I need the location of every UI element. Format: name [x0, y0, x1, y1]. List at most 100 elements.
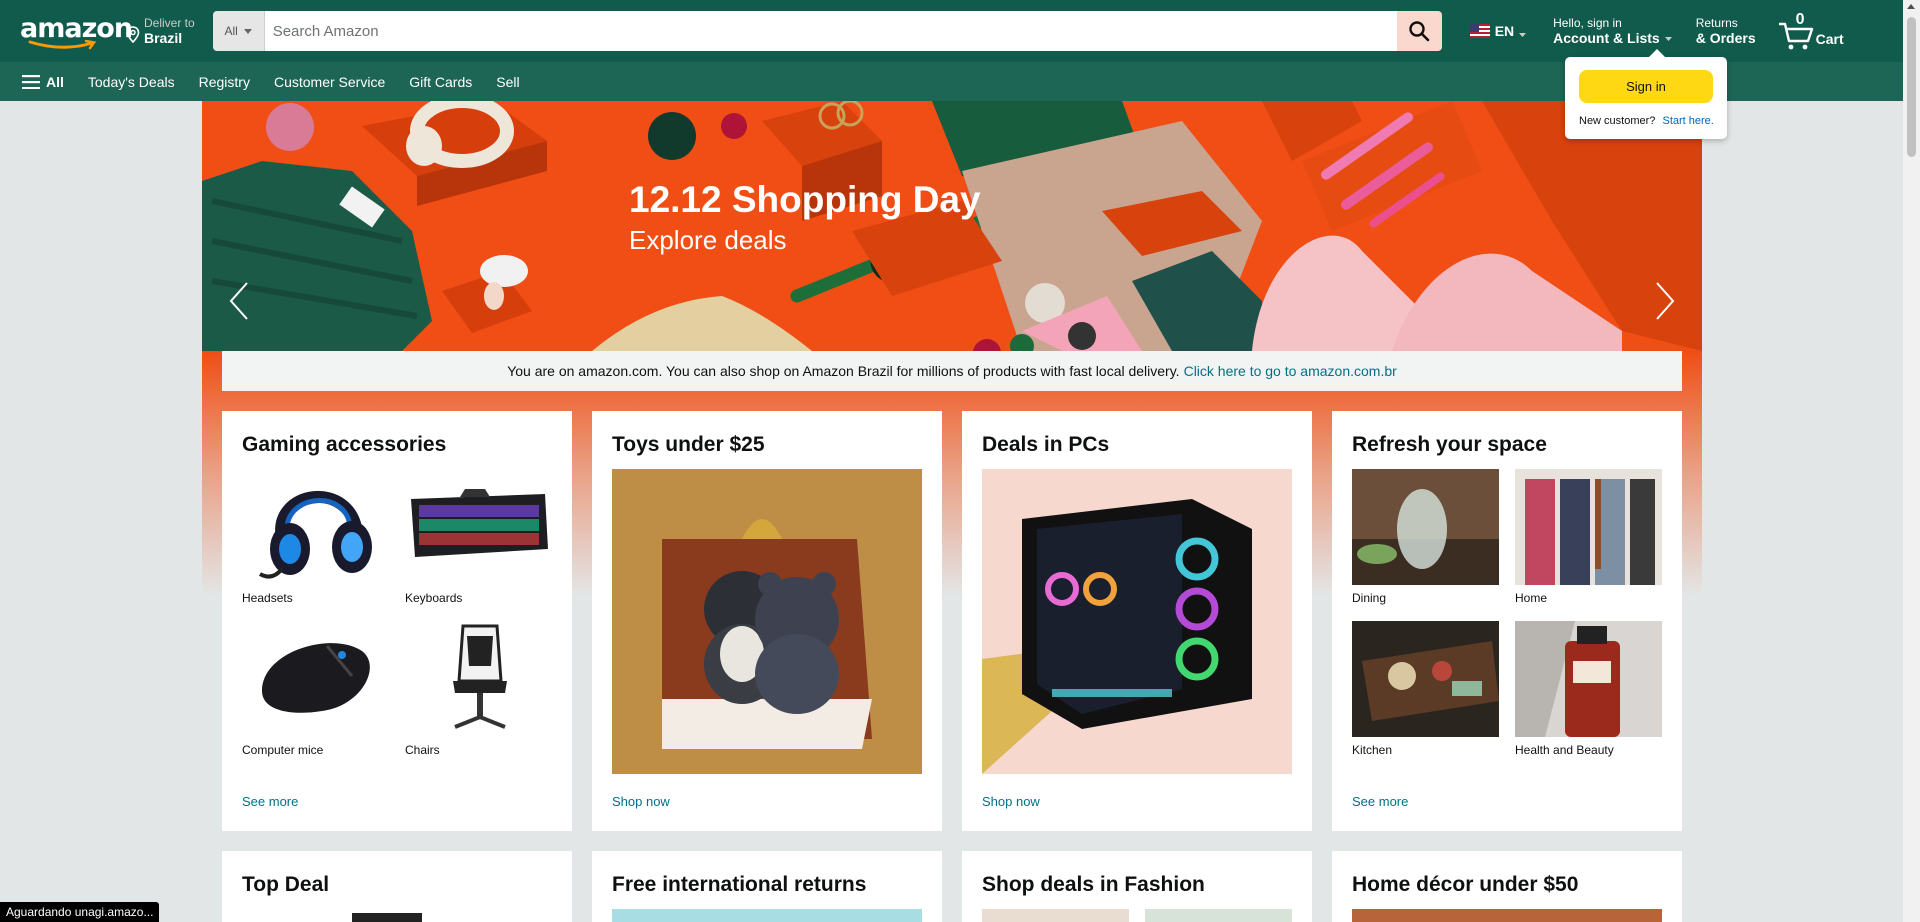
carousel-next-button[interactable]	[1650, 271, 1680, 331]
card-free-international-returns: Free international returns	[592, 851, 942, 922]
card-title: Deals in PCs	[982, 433, 1110, 456]
card-deals-in-pcs: Deals in PCs Shop now	[962, 411, 1312, 831]
quad-grid: Headsets Keyboards Computer mice Chairs	[242, 469, 552, 759]
quad-caption: Chairs	[405, 743, 440, 757]
location-pin-icon	[126, 25, 140, 43]
card-title: Top Deal	[242, 873, 330, 896]
home-towels-image	[1515, 469, 1662, 585]
hero-title: 12.12 Shopping Day	[629, 179, 981, 220]
deliver-label: Deliver to	[144, 16, 195, 30]
quad-caption: Kitchen	[1352, 743, 1393, 757]
card-title: Refresh your space	[1352, 433, 1547, 456]
region-notice-link[interactable]: Click here to go to amazon.com.br	[1184, 363, 1397, 379]
see-more-link[interactable]: See more	[1352, 794, 1408, 809]
language-code: EN	[1494, 23, 1515, 39]
quad-caption: Dining	[1352, 591, 1387, 605]
nav-link-sell[interactable]: Sell	[496, 74, 519, 90]
card-refresh-your-space: Refresh your space Dining Home Kitchen H…	[1332, 411, 1682, 831]
scrollbar-thumb[interactable]	[1907, 17, 1916, 157]
search-department-select[interactable]: All	[212, 11, 265, 51]
card-home-decor-under-50: Home décor under $50	[1332, 851, 1682, 922]
search-dept-label: All	[224, 24, 238, 38]
search-icon	[1409, 21, 1430, 42]
caret-down-icon	[1519, 33, 1527, 37]
nav-link-registry[interactable]: Registry	[199, 74, 250, 90]
card-title: Home décor under $50	[1352, 873, 1579, 896]
nav-link-customer-service[interactable]: Customer Service	[274, 74, 385, 90]
quad-caption: Health and Beauty	[1515, 743, 1614, 757]
page-scrollbar[interactable]	[1903, 0, 1920, 922]
quad-caption: Home	[1515, 591, 1548, 605]
toys-image[interactable]	[612, 469, 922, 774]
quad-item-kitchen[interactable]: Kitchen	[1352, 621, 1499, 759]
search-button[interactable]	[1396, 11, 1442, 51]
chevron-right-icon	[1656, 282, 1675, 320]
quad-item-keyboards[interactable]: Keyboards	[405, 469, 552, 607]
card-toys-under-25: Toys under $25 Shop now	[592, 411, 942, 831]
shop-now-link[interactable]: Shop now	[982, 794, 1040, 809]
all-menu-label: All	[46, 73, 64, 90]
start-here-link[interactable]: Start here.	[1662, 115, 1713, 127]
nav-link-todays-deals[interactable]: Today's Deals	[88, 74, 175, 90]
returns-image[interactable]	[612, 909, 922, 922]
fashion-image-2[interactable]	[1145, 909, 1292, 922]
headset-image	[242, 469, 389, 585]
quad-item-dining[interactable]: Dining	[1352, 469, 1499, 607]
card-top-deal: Top Deal	[222, 851, 572, 922]
keyboard-image	[405, 469, 552, 585]
see-more-link[interactable]: See more	[242, 794, 298, 809]
kitchen-image	[1352, 621, 1499, 737]
quad-item-chairs[interactable]: Chairs	[405, 621, 552, 759]
nav-link-gift-cards[interactable]: Gift Cards	[409, 74, 472, 90]
account-lists[interactable]: Hello, sign in Account & Lists	[1553, 16, 1672, 46]
scroll-up-arrow-icon[interactable]	[1907, 4, 1915, 9]
language-selector[interactable]: EN	[1469, 7, 1527, 55]
card-title: Shop deals in Fashion	[982, 873, 1205, 896]
cart-button[interactable]: 0 Cart	[1778, 11, 1844, 51]
card-title: Free international returns	[612, 873, 867, 896]
cart-count: 0	[1795, 11, 1805, 28]
quad-grid: Dining Home Kitchen Health and Beauty	[1352, 469, 1662, 759]
home-decor-image[interactable]	[1352, 909, 1662, 922]
deliver-to[interactable]: Deliver to Brazil	[120, 7, 201, 55]
search-bar: All	[212, 11, 1442, 51]
card-title: Gaming accessories	[242, 433, 447, 456]
quad-caption: Headsets	[242, 591, 293, 605]
cart-label: Cart	[1815, 31, 1844, 47]
nav-belt: amazon Deliver to Brazil All Search Amaz…	[0, 0, 1920, 62]
quad-item-computer-mice[interactable]: Computer mice	[242, 621, 389, 759]
hero-subtitle[interactable]: Explore deals	[629, 225, 787, 256]
region-notice-text: You are on amazon.com. You can also shop…	[507, 363, 1180, 379]
account-lists-label: Account & Lists	[1553, 30, 1660, 46]
card-gaming-accessories: Gaming accessories Headsets Keyboards Co…	[222, 411, 572, 831]
shop-now-link[interactable]: Shop now	[612, 794, 670, 809]
account-greeting: Hello, sign in	[1553, 16, 1622, 30]
caret-down-icon	[243, 28, 252, 34]
hamburger-menu-icon	[22, 74, 40, 89]
computer-mouse-image	[242, 621, 389, 737]
all-menu-button[interactable]: All	[22, 74, 64, 90]
gaming-chair-image	[405, 621, 552, 737]
us-flag-icon	[1469, 24, 1490, 38]
logo-text: amazon	[20, 13, 133, 44]
fashion-image-1[interactable]	[982, 909, 1129, 922]
region-notice: You are on amazon.com. You can also shop…	[222, 351, 1682, 391]
quad-caption: Keyboards	[405, 591, 463, 605]
card-title: Toys under $25	[612, 433, 765, 456]
new-customer-text: New customer? Start here.	[1579, 115, 1714, 127]
quad-item-home[interactable]: Home	[1515, 469, 1662, 607]
search-input[interactable]	[264, 11, 1397, 51]
gaming-pc-image[interactable]	[982, 469, 1292, 774]
orders-label: & Orders	[1695, 30, 1756, 46]
deliver-country: Brazil	[144, 30, 183, 46]
card-shop-deals-in-fashion: Shop deals in Fashion	[962, 851, 1312, 922]
returns-orders[interactable]: Returns & Orders	[1696, 16, 1756, 46]
logo-smile-icon	[28, 40, 97, 50]
chevron-left-icon	[229, 282, 248, 320]
carousel-prev-button[interactable]	[224, 271, 254, 331]
quad-item-headsets[interactable]: Headsets	[242, 469, 389, 607]
sign-in-button[interactable]: Sign in	[1579, 70, 1713, 103]
quad-item-health-and-beauty[interactable]: Health and Beauty	[1515, 621, 1662, 759]
amazon-logo[interactable]: amazon	[10, 7, 133, 55]
returns-label: Returns	[1695, 16, 1738, 30]
